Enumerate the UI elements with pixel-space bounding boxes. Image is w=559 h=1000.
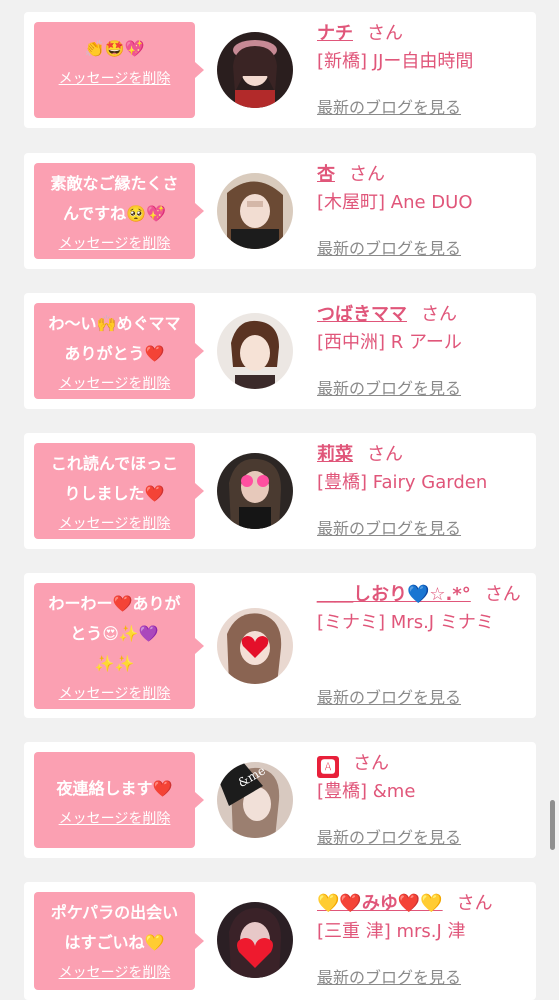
honorific: さん xyxy=(349,164,385,185)
message-bubble: 素敵なご縁たくさ んですね🥺💖 メッセージを削除 xyxy=(34,163,204,259)
message-card: 素敵なご縁たくさ んですね🥺💖 メッセージを削除 杏さん [木屋町] Ane D… xyxy=(24,153,536,269)
sender-name[interactable]: つばきママ xyxy=(317,304,407,325)
message-text: 👏🤩💖 xyxy=(84,39,145,58)
avatar-photo xyxy=(217,453,293,529)
shop-label: [豊橋] Fairy Garden xyxy=(317,472,488,493)
name-line: 莉菜 さん xyxy=(317,441,521,469)
avatar[interactable] xyxy=(217,902,293,978)
avatar-photo xyxy=(217,608,293,684)
honorific: さん xyxy=(367,23,403,44)
message-card: 👏🤩💖 メッセージを削除 ナチ さん [新橋] JJー自由時間 最新のブログを見る xyxy=(24,12,536,128)
delete-message-link[interactable]: メッセージを削除 xyxy=(34,808,195,828)
avatar-photo xyxy=(217,32,293,108)
avatar[interactable] xyxy=(217,313,293,389)
honorific: さん xyxy=(353,753,389,774)
delete-message-link[interactable]: メッセージを削除 xyxy=(34,683,195,703)
shop-label: [豊橋] &me xyxy=(317,781,416,802)
delete-message-link[interactable]: メッセージを削除 xyxy=(34,68,195,88)
sender-name[interactable]: 💛❤️みゆ❤️💛 xyxy=(317,893,443,914)
shop-label: [三重 津] mrs.J 津 xyxy=(317,921,466,942)
sender-name[interactable]: 🅰 xyxy=(317,756,339,778)
message-text: ポケパラの出会い はすごいね💛 xyxy=(50,903,179,952)
message-bubble: これ読んでほっこ りしました❤️ メッセージを削除 xyxy=(34,443,204,539)
message-card: 夜連絡します❤️ メッセージを削除 &me 🅰 さん [豊橋] &me 最新のブロ… xyxy=(24,742,536,858)
message-card: ポケパラの出会い はすごいね💛 メッセージを削除 💛❤️みゆ❤️💛 さん [三重 … xyxy=(24,882,536,1000)
sender-info: つばきママ さん [西中洲] R アール xyxy=(317,301,521,357)
avatar-photo xyxy=(217,902,293,978)
message-text: わーわー❤️ありが とう😍✨💜 ✨✨ xyxy=(48,594,181,673)
name-line: 🅰 さん xyxy=(317,750,521,778)
honorific: さん xyxy=(421,304,457,325)
latest-blog-link[interactable]: 最新のブログを見る xyxy=(317,94,461,118)
message-card: わーわー❤️ありが とう😍✨💜 ✨✨ メッセージを削除 ＿＿しおり💙☆.*° さん… xyxy=(24,573,536,718)
delete-message-link[interactable]: メッセージを削除 xyxy=(34,233,195,253)
message-card: これ読んでほっこ りしました❤️ メッセージを削除 莉菜 さん [豊橋] Fair… xyxy=(24,433,536,549)
latest-blog-link[interactable]: 最新のブログを見る xyxy=(317,684,461,708)
latest-blog-link[interactable]: 最新のブログを見る xyxy=(317,824,461,848)
name-line: 杏さん xyxy=(317,161,521,189)
delete-message-link[interactable]: メッセージを削除 xyxy=(34,962,195,982)
message-text: わ〜い🙌めぐママ ありがとう❤️ xyxy=(48,314,181,363)
avatar[interactable] xyxy=(217,453,293,529)
sender-name[interactable]: 莉菜 xyxy=(317,444,353,465)
message-card: わ〜い🙌めぐママ ありがとう❤️ メッセージを削除 つばきママ さん [西中洲] … xyxy=(24,293,536,409)
message-text: これ読んでほっこ りしました❤️ xyxy=(50,454,179,503)
sender-info: ナチ さん [新橋] JJー自由時間 xyxy=(317,20,521,76)
avatar-photo xyxy=(217,173,293,249)
shop-label: [ミナミ] Mrs.J ミナミ xyxy=(317,612,494,633)
honorific: さん xyxy=(484,584,521,605)
sender-name[interactable]: ＿＿しおり💙☆.*° xyxy=(317,584,471,605)
latest-blog-link[interactable]: 最新のブログを見る xyxy=(317,235,461,259)
avatar[interactable]: &me xyxy=(217,762,293,838)
name-line: つばきママ さん xyxy=(317,301,521,329)
sender-info: 🅰 さん [豊橋] &me xyxy=(317,750,521,806)
avatar[interactable] xyxy=(217,173,293,249)
shop-label: [西中洲] R アール xyxy=(317,332,462,353)
message-bubble: 夜連絡します❤️ メッセージを削除 xyxy=(34,752,204,848)
message-bubble: 👏🤩💖 メッセージを削除 xyxy=(34,22,204,118)
latest-blog-link[interactable]: 最新のブログを見る xyxy=(317,375,461,399)
name-line: 💛❤️みゆ❤️💛 さん xyxy=(317,890,521,918)
avatar[interactable] xyxy=(217,608,293,684)
sender-info: 杏さん [木屋町] Ane DUO xyxy=(317,161,521,217)
sender-name[interactable]: ナチ xyxy=(317,23,353,44)
avatar-photo: &me xyxy=(217,762,293,838)
message-bubble: わーわー❤️ありが とう😍✨💜 ✨✨ メッセージを削除 xyxy=(34,583,204,709)
sender-info: ＿＿しおり💙☆.*° さん [ミナミ] Mrs.J ミナミ xyxy=(317,581,521,637)
delete-message-link[interactable]: メッセージを削除 xyxy=(34,513,195,533)
name-line: ＿＿しおり💙☆.*° さん xyxy=(317,581,521,609)
message-text: 夜連絡します❤️ xyxy=(56,779,173,798)
scrollbar-thumb[interactable] xyxy=(550,800,555,850)
avatar[interactable] xyxy=(217,32,293,108)
honorific: さん xyxy=(367,444,403,465)
message-bubble: ポケパラの出会い はすごいね💛 メッセージを削除 xyxy=(34,892,204,990)
latest-blog-link[interactable]: 最新のブログを見る xyxy=(317,964,461,988)
message-bubble: わ〜い🙌めぐママ ありがとう❤️ メッセージを削除 xyxy=(34,303,204,399)
sender-info: 莉菜 さん [豊橋] Fairy Garden xyxy=(317,441,521,497)
shop-label: [木屋町] Ane DUO xyxy=(317,192,473,213)
delete-message-link[interactable]: メッセージを削除 xyxy=(34,373,195,393)
latest-blog-link[interactable]: 最新のブログを見る xyxy=(317,515,461,539)
honorific: さん xyxy=(456,893,493,914)
message-text: 素敵なご縁たくさ んですね🥺💖 xyxy=(50,174,179,223)
shop-label: [新橋] JJー自由時間 xyxy=(317,51,474,72)
avatar-photo xyxy=(217,313,293,389)
sender-name[interactable]: 杏 xyxy=(317,164,335,185)
name-line: ナチ さん xyxy=(317,20,521,48)
sender-info: 💛❤️みゆ❤️💛 さん [三重 津] mrs.J 津 xyxy=(317,890,521,946)
